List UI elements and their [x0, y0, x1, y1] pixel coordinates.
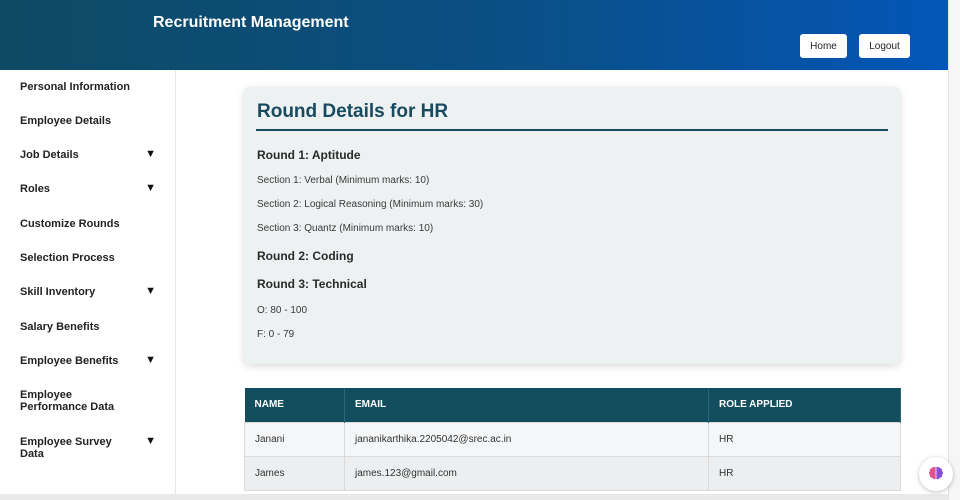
chevron-down-icon: ▼ [145, 182, 156, 194]
sidebar-item-label: Employee Details [20, 115, 112, 127]
app-title: Recruitment Management [153, 14, 349, 31]
grade-text: F: 0 - 79 [257, 329, 295, 340]
page-title: Round Details for HR [257, 101, 449, 122]
home-button[interactable]: Home [800, 34, 847, 58]
sidebar-item-roles[interactable]: Roles ▼ [20, 182, 160, 195]
logout-button[interactable]: Logout [859, 34, 910, 58]
sidebar-item-label: Customize Rounds [20, 218, 120, 230]
sidebar-item-selection-process[interactable]: Selection Process [20, 252, 160, 264]
sidebar-item-label: Employee Benefits [20, 355, 119, 367]
cell-email: james.123@gmail.com [344, 455, 709, 491]
sidebar-item-label: Employee Survey Data [20, 436, 112, 460]
sidebar-item-skill-inventory[interactable]: Skill Inventory ▼ [20, 285, 160, 298]
round-heading: Round 2: Coding [257, 249, 354, 263]
round-details-card: Round Details for HR Round 1: Aptitude S… [244, 87, 900, 364]
table-row: Janani jananikarthika.2205042@srec.ac.in… [244, 421, 901, 457]
section-text: Section 1: Verbal (Minimum marks: 10) [257, 175, 430, 186]
sidebar-item-employee-details[interactable]: Employee Details [20, 115, 160, 127]
column-header-role: ROLE APPLIED [708, 388, 901, 422]
sidebar: Personal Information Employee Details Jo… [0, 70, 176, 500]
section-text: Section 2: Logical Reasoning (Minimum ma… [257, 199, 484, 210]
horizontal-scrollbar[interactable] [0, 494, 948, 500]
column-header-name: NAME [244, 388, 345, 422]
sidebar-item-employee-performance-data[interactable]: Employee Performance Data [20, 389, 160, 413]
grade-text: O: 80 - 100 [257, 305, 308, 316]
title-divider [256, 129, 888, 131]
assistant-button[interactable] [919, 457, 953, 491]
sidebar-item-job-details[interactable]: Job Details ▼ [20, 148, 160, 161]
table-row: James james.123@gmail.com HR [244, 455, 901, 491]
chevron-down-icon: ▼ [145, 435, 156, 447]
cell-name: James [244, 455, 345, 491]
brain-icon [928, 466, 944, 480]
round-heading: Round 1: Aptitude [257, 148, 361, 162]
sidebar-item-label: Selection Process [20, 252, 115, 264]
app-header: Recruitment Management Home Logout [0, 0, 948, 70]
cell-role: HR [708, 455, 901, 491]
sidebar-item-personal-information[interactable]: Personal Information [20, 81, 160, 93]
sidebar-item-label: Personal Information [20, 81, 131, 93]
section-text: Section 3: Quantz (Minimum marks: 10) [257, 223, 434, 234]
sidebar-item-salary-benefits[interactable]: Salary Benefits [20, 321, 160, 333]
chevron-down-icon: ▼ [145, 285, 156, 297]
sidebar-item-label: Job Details [20, 149, 79, 161]
cell-name: Janani [244, 421, 345, 457]
sidebar-item-employee-survey-data[interactable]: Employee Survey Data ▼ [20, 435, 160, 460]
sidebar-item-customize-rounds[interactable]: Customize Rounds [20, 218, 160, 230]
sidebar-item-label: Roles [20, 183, 50, 195]
round-heading: Round 3: Technical [257, 277, 367, 291]
cell-email: jananikarthika.2205042@srec.ac.in [344, 421, 709, 457]
cell-role: HR [708, 421, 901, 457]
sidebar-item-label: Skill Inventory [20, 286, 96, 298]
chevron-down-icon: ▼ [145, 148, 156, 160]
chevron-down-icon: ▼ [145, 354, 156, 366]
scrollbar[interactable] [948, 0, 960, 500]
sidebar-item-employee-benefits[interactable]: Employee Benefits ▼ [20, 354, 160, 367]
sidebar-item-label: Salary Benefits [20, 321, 100, 333]
sidebar-item-label: Employee Performance Data [20, 389, 115, 413]
column-header-email: EMAIL [344, 388, 709, 422]
candidates-table: NAME EMAIL ROLE APPLIED Janani jananikar… [244, 388, 901, 491]
table-header-row: NAME EMAIL ROLE APPLIED [244, 388, 901, 422]
